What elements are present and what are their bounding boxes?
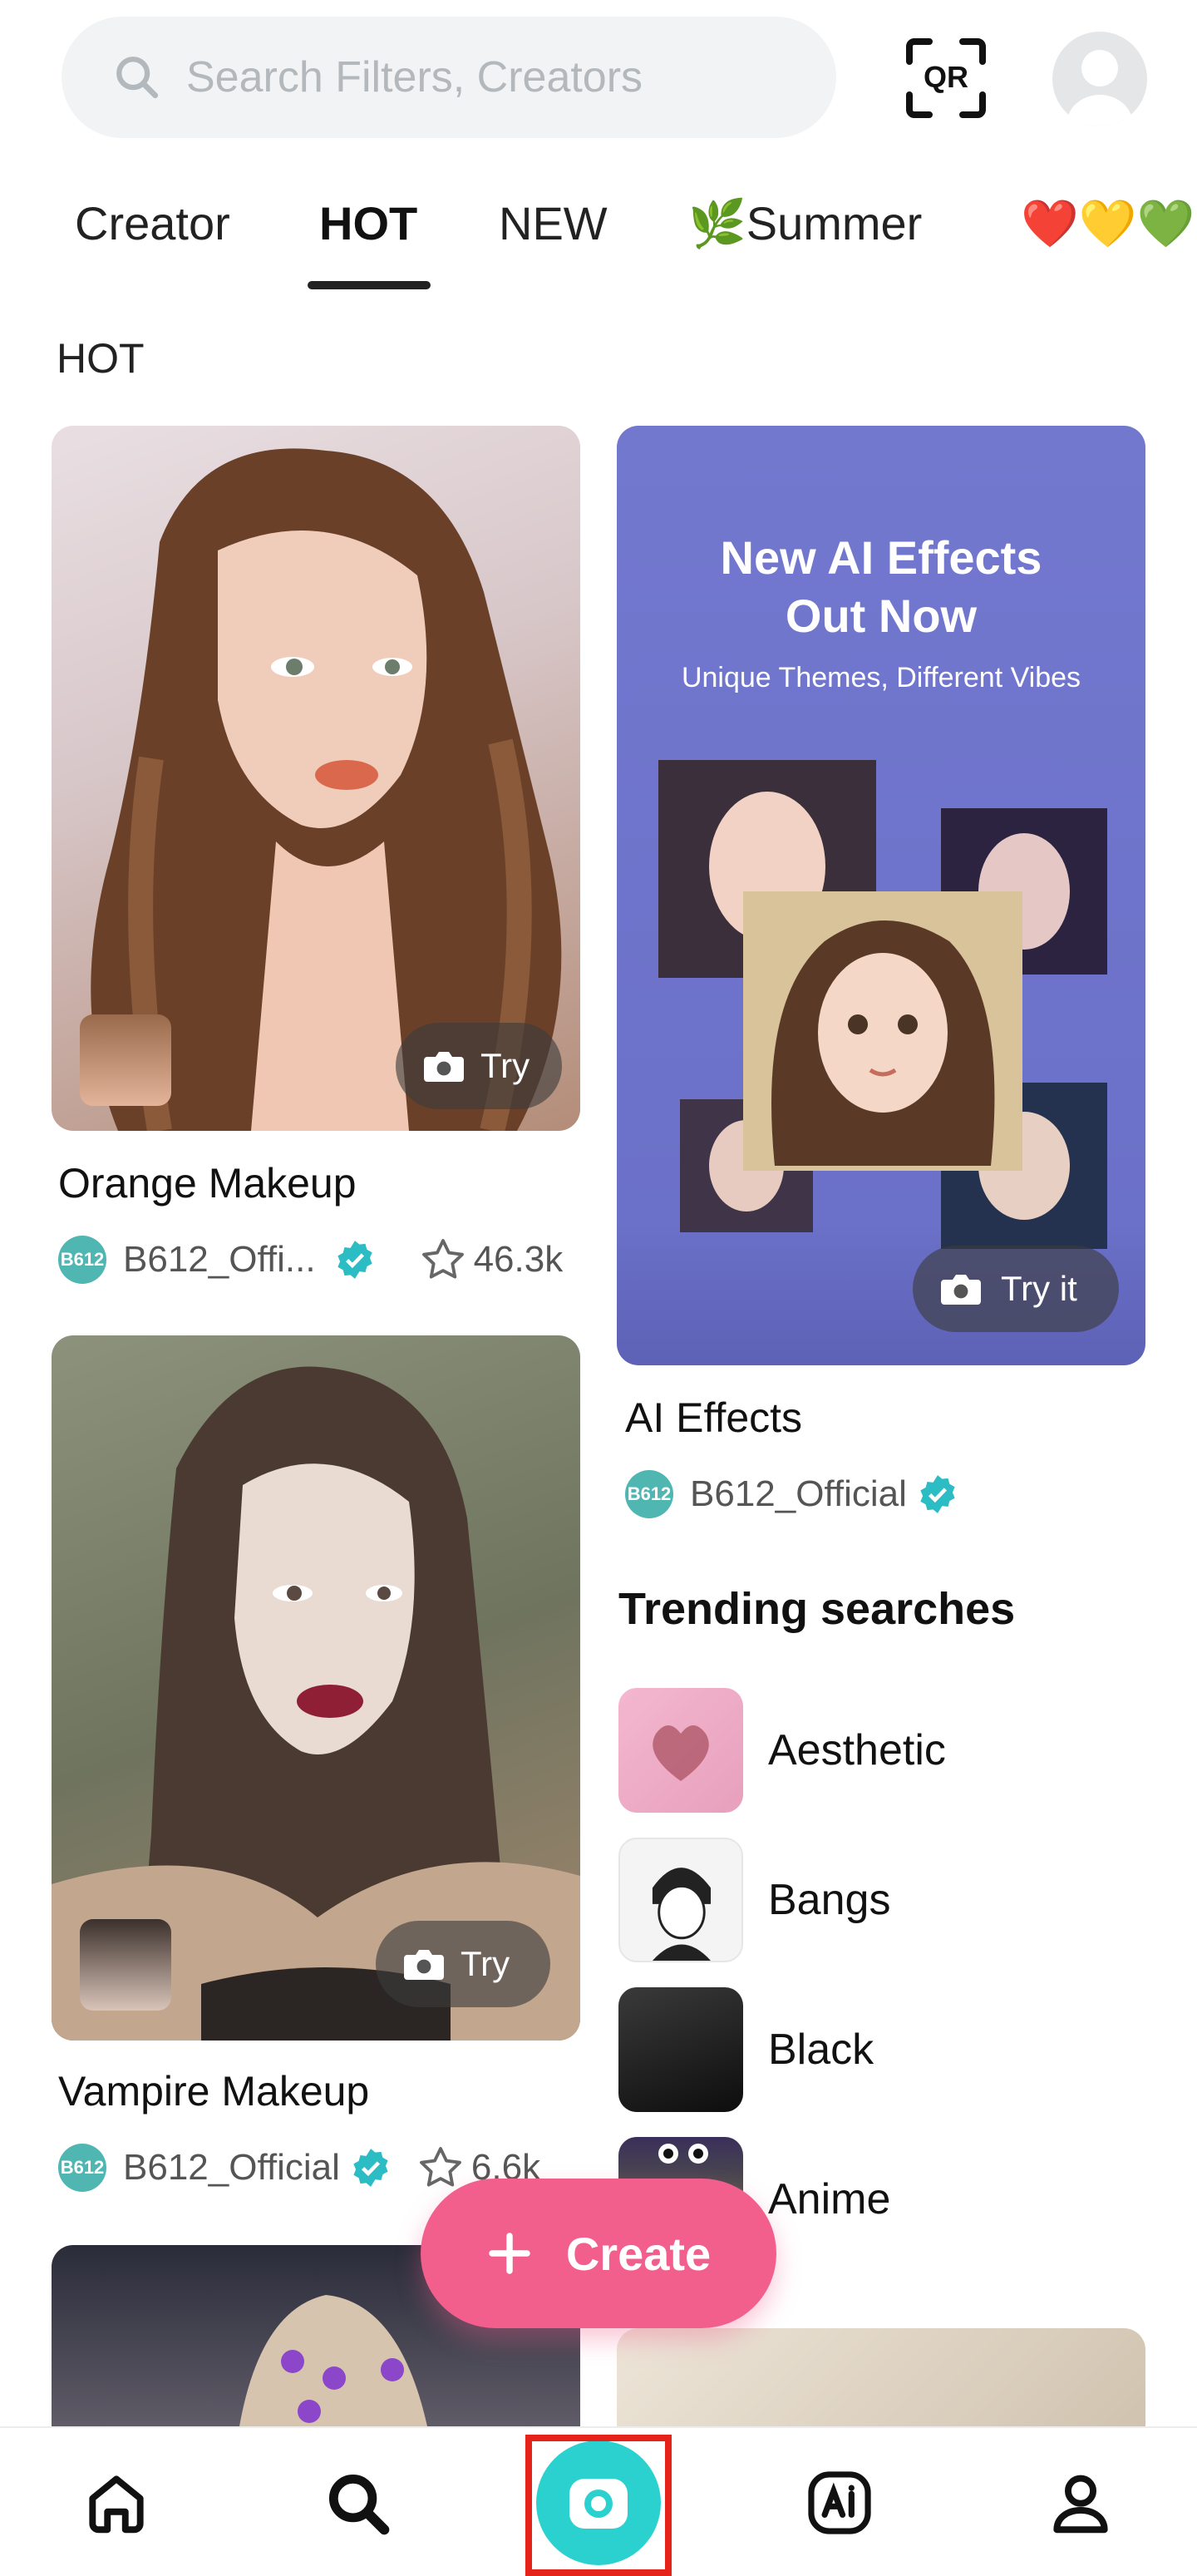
try-label: Try <box>461 1944 510 1983</box>
profile-icon <box>1053 2475 1108 2534</box>
b612-logo-icon: B612 <box>625 1470 673 1518</box>
verified-badge-icon <box>337 1241 372 1279</box>
card-title[interactable]: Vampire Makeup <box>58 2067 369 2115</box>
ai-effects-promo-card[interactable]: New AI Effects Out Now Unique Themes, Di… <box>617 426 1145 1365</box>
tab-hearts[interactable]: ❤️💛💚 <box>1021 196 1195 251</box>
category-tabs: Creator HOT NEW 🌿Summer ❤️💛💚 <box>0 188 1197 289</box>
trending-item-aesthetic[interactable]: Aesthetic <box>618 1688 1197 1813</box>
tab-new[interactable]: NEW <box>499 196 608 250</box>
creator-name[interactable]: B612_Offi... <box>123 1239 316 1281</box>
verified-badge-icon <box>353 2149 388 2187</box>
search-bar[interactable]: Search Filters, Creators <box>62 17 836 138</box>
trending-searches-title: Trending searches <box>618 1584 1016 1634</box>
search-input[interactable]: Search Filters, Creators <box>186 52 643 102</box>
star-icon[interactable] <box>419 1236 467 1284</box>
trending-thumbnail <box>618 1688 743 1813</box>
try-it-button[interactable]: Try it <box>913 1246 1119 1332</box>
camera-icon <box>424 1052 464 1082</box>
nav-home[interactable] <box>50 2428 183 2576</box>
camera-icon <box>404 1950 444 1980</box>
create-label: Create <box>565 2227 712 2280</box>
section-title: HOT <box>57 335 145 382</box>
highlight-box <box>525 2435 672 2576</box>
promo-headline: New AI Effects <box>720 531 1042 584</box>
verified-badge-icon <box>920 1475 955 1513</box>
tab-summer[interactable]: 🌿Summer <box>688 196 922 251</box>
ai-icon <box>808 2471 871 2534</box>
try-it-label: Try it <box>1001 1269 1077 1308</box>
trending-label: Black <box>768 2026 874 2074</box>
trending-label: Aesthetic <box>768 1726 946 1774</box>
search-icon <box>328 2474 390 2535</box>
promo-subline: Unique Themes, Different Vibes <box>681 662 1081 693</box>
nav-profile[interactable] <box>1014 2428 1147 2576</box>
promo-headline-2: Out Now <box>785 590 978 642</box>
creator-thumbnail <box>80 1014 171 1106</box>
active-tab-indicator <box>308 281 431 289</box>
b612-logo-icon: B612 <box>58 2144 106 2192</box>
creator-name[interactable]: B612_Official <box>690 1473 907 1515</box>
filter-card-orange-makeup[interactable]: Try <box>52 426 580 1131</box>
trending-thumbnail <box>618 1838 743 1962</box>
tab-creator[interactable]: Creator <box>75 196 230 250</box>
creator-name[interactable]: B612_Official <box>123 2147 340 2189</box>
trending-label: Bangs <box>768 1876 891 1924</box>
plus-icon <box>489 2233 530 2274</box>
creator-thumbnail <box>80 1919 171 2011</box>
home-icon <box>89 2475 144 2534</box>
filter-card-vampire-makeup[interactable]: Try <box>52 1335 580 2041</box>
card-title[interactable]: Orange Makeup <box>58 1159 357 1207</box>
search-icon <box>116 57 159 99</box>
qr-label: QR <box>924 60 968 94</box>
trending-item-bangs[interactable]: Bangs <box>618 1838 1197 1962</box>
try-button[interactable]: Try <box>396 1023 562 1109</box>
card-meta: B612 B612_Offi... 46.3k <box>58 1234 563 1286</box>
b612-logo-icon: B612 <box>58 1236 106 1284</box>
star-icon[interactable] <box>416 2144 465 2192</box>
nav-search[interactable] <box>291 2428 424 2576</box>
try-button[interactable]: Try <box>376 1921 550 2007</box>
try-label: Try <box>480 1046 530 1085</box>
default-avatar-icon <box>1066 50 1133 126</box>
avatar[interactable] <box>1052 32 1147 126</box>
tab-hot[interactable]: HOT <box>319 196 417 250</box>
ai-effects-collage-image <box>658 760 1107 1249</box>
nav-ai[interactable] <box>773 2428 906 2576</box>
camera-icon <box>941 1275 981 1305</box>
promo-meta: B612 B612_Official <box>625 1468 958 1520</box>
qr-scan-button[interactable]: QR <box>904 37 988 120</box>
promo-title[interactable]: AI Effects <box>625 1394 802 1442</box>
trending-thumbnail <box>618 1987 743 2112</box>
trending-item-black[interactable]: Black <box>618 1987 1197 2112</box>
trending-label: Anime <box>768 2175 891 2223</box>
like-count: 46.3k <box>473 1239 564 1280</box>
create-button[interactable]: Create <box>421 2179 776 2328</box>
